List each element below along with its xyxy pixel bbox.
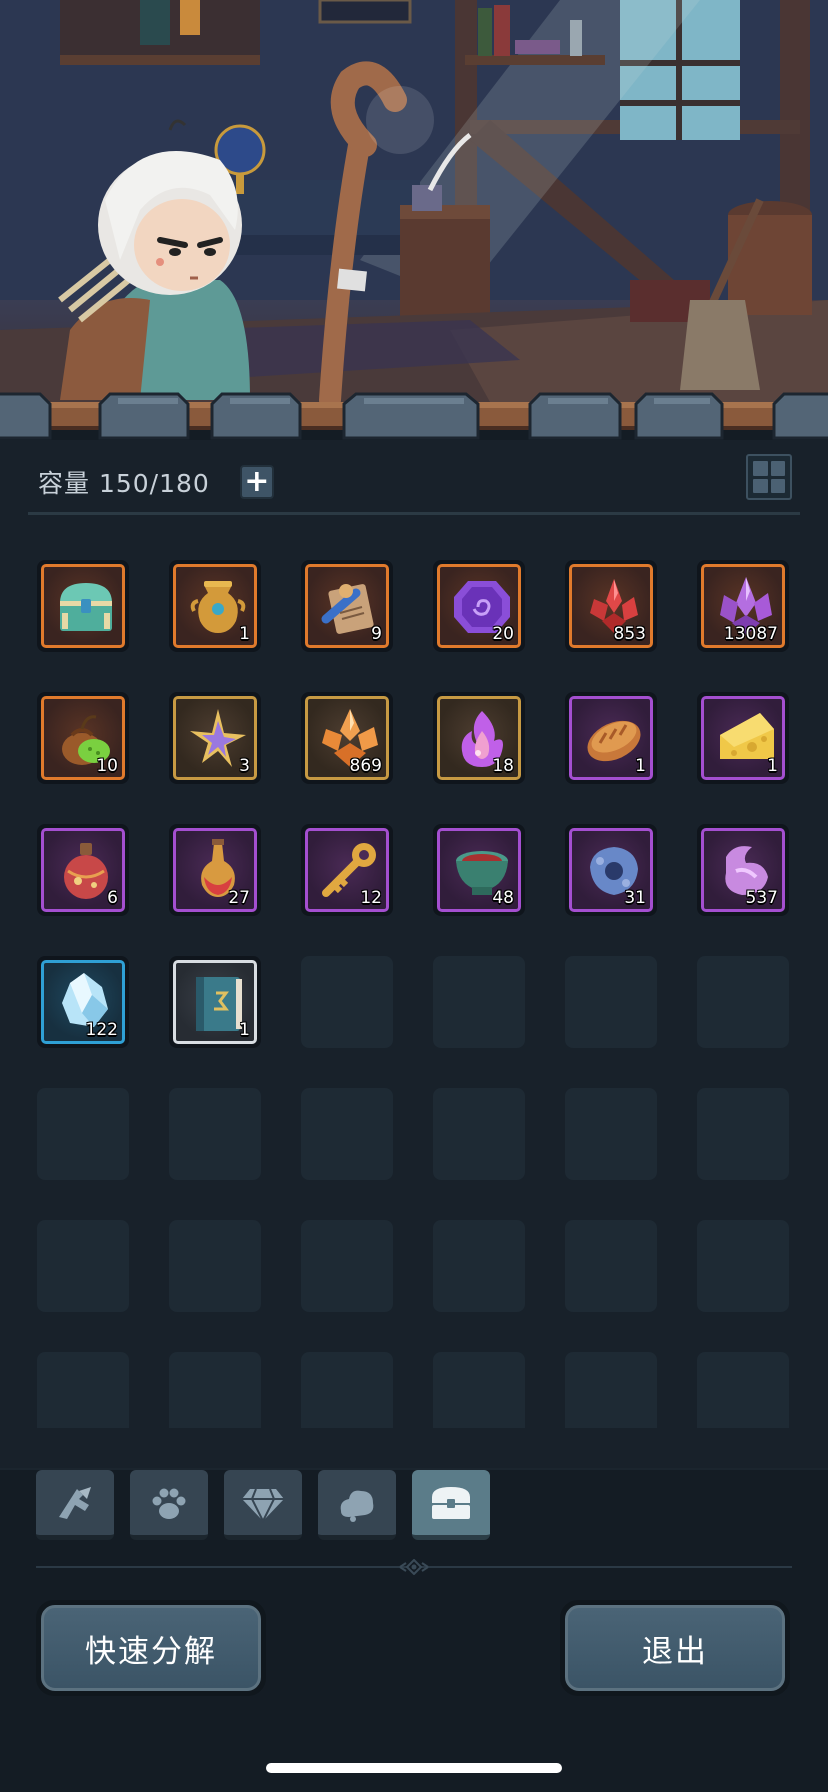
inventory-slot-golden-urn[interactable]: 1 — [169, 560, 261, 652]
inventory-slot-empty[interactable] — [433, 1088, 525, 1180]
character-scene — [0, 0, 828, 420]
inventory-slot-empty[interactable] — [433, 1352, 525, 1428]
gem-tab[interactable] — [224, 1470, 302, 1540]
inventory-slot-empty[interactable] — [697, 1352, 789, 1428]
diamond-icon — [242, 1488, 284, 1523]
item-quantity: 31 — [624, 888, 646, 908]
inventory-slot-empty[interactable] — [37, 1088, 129, 1180]
item-quantity: 1 — [635, 756, 646, 776]
grid-view-button[interactable] — [746, 454, 792, 500]
add-capacity-button[interactable]: + — [239, 464, 274, 499]
equipment-tab[interactable] — [36, 1470, 114, 1540]
inventory-slot-golden-key[interactable]: 12 — [301, 824, 393, 916]
inventory-slot-spirit-flame[interactable]: 18 — [433, 692, 525, 784]
item-quantity: 1 — [239, 624, 250, 644]
material-tab[interactable] — [318, 1470, 396, 1540]
inventory-panel: 容量 150/180 + 1 9 20 853 13087 10 3 869 18 1 1 6 27 12… — [0, 440, 828, 1470]
inventory-slot-red-crystal[interactable]: 853 — [565, 560, 657, 652]
equipment-icon — [59, 1486, 91, 1519]
inventory-slot-empty[interactable] — [565, 1220, 657, 1312]
item-quantity: 48 — [492, 888, 514, 908]
inventory-slot-empty[interactable] — [169, 1088, 261, 1180]
item-quantity: 3 — [239, 756, 250, 776]
ore-icon — [340, 1490, 374, 1522]
panel-divider — [28, 512, 800, 515]
inventory-slot-empty[interactable] — [301, 1220, 393, 1312]
inventory-slot-empty[interactable] — [169, 1220, 261, 1312]
item-quantity: 869 — [349, 756, 382, 776]
inventory-slot-empty[interactable] — [169, 1352, 261, 1428]
item-quantity: 18 — [492, 756, 514, 776]
plus-icon: + — [244, 464, 270, 499]
exit-button[interactable]: 退出 — [560, 1600, 790, 1696]
quick-decompose-button[interactable]: 快速分解 — [36, 1600, 266, 1696]
item-quantity: 853 — [613, 624, 646, 644]
item-quantity: 537 — [745, 888, 778, 908]
category-tabs — [36, 1470, 490, 1540]
inventory-slot-empty[interactable] — [565, 1352, 657, 1428]
inventory-slot-orange-crystal[interactable]: 869 — [301, 692, 393, 784]
item-quantity: 1 — [239, 1020, 250, 1040]
home-indicator[interactable] — [266, 1763, 562, 1773]
item-quantity: 6 — [107, 888, 118, 908]
item-quantity: 1 — [767, 756, 778, 776]
inventory-slot-blue-ore[interactable]: 31 — [565, 824, 657, 916]
inventory-slot-purple-rune-stone[interactable]: 20 — [433, 560, 525, 652]
inventory-slot-empty[interactable] — [301, 1352, 393, 1428]
pet-tab[interactable] — [130, 1470, 208, 1540]
inventory-slot-pink-ore[interactable]: 537 — [697, 824, 789, 916]
inventory-slot-empty[interactable] — [697, 1088, 789, 1180]
inventory-slot-empty[interactable] — [697, 956, 789, 1048]
item-quantity: 122 — [85, 1020, 118, 1040]
inventory-slot-scroll-map[interactable]: 9 — [301, 560, 393, 652]
chest-icon — [432, 1486, 470, 1519]
inventory-slot-empty[interactable] — [37, 1220, 129, 1312]
inventory-slot-cheese-wedge[interactable]: 1 — [697, 692, 789, 784]
exit-label: 退出 — [565, 1605, 785, 1691]
inventory-slot-seed-pouch[interactable]: 10 — [37, 692, 129, 784]
inventory-slot-empty[interactable] — [565, 1088, 657, 1180]
inventory-slot-elixir-bottle[interactable]: 27 — [169, 824, 261, 916]
capacity-row: 容量 150/180 + — [38, 462, 274, 502]
divider-ornament-icon — [399, 1559, 429, 1575]
item-quantity: 20 — [492, 624, 514, 644]
item-quantity: 12 — [360, 888, 382, 908]
capacity-label: 容量 150/180 — [38, 469, 210, 498]
treasure-chest-icon — [60, 583, 112, 631]
inventory-slot-stone-bowl[interactable]: 48 — [433, 824, 525, 916]
inventory-slot-empty[interactable] — [37, 1352, 129, 1428]
inventory-slot-empty[interactable] — [697, 1220, 789, 1312]
item-quantity: 10 — [96, 756, 118, 776]
inventory-slot-empty[interactable] — [301, 956, 393, 1048]
inventory-slot-star-shard[interactable]: 3 — [169, 692, 261, 784]
inventory-slot-skill-book[interactable]: 1 — [169, 956, 261, 1048]
inventory-slot-bread-loaf[interactable]: 1 — [565, 692, 657, 784]
inventory-slot-empty[interactable] — [301, 1088, 393, 1180]
paw-icon — [152, 1488, 186, 1519]
item-quantity: 13087 — [723, 624, 778, 644]
scene-art — [0, 0, 828, 420]
item-quantity: 27 — [228, 888, 250, 908]
inventory-slot-empty[interactable] — [565, 956, 657, 1048]
inventory-slot-empty[interactable] — [433, 1220, 525, 1312]
scene-divider-rail — [0, 390, 828, 440]
inventory-slot-treasure-chest[interactable] — [37, 560, 129, 652]
inventory-grid: 1 9 20 853 13087 10 3 869 18 1 1 6 27 12 48 31 537 122 1 — [37, 560, 793, 1428]
item-quantity: 9 — [371, 624, 382, 644]
grid-icon — [753, 461, 768, 476]
quick-decompose-label: 快速分解 — [41, 1605, 261, 1691]
chest-tab[interactable] — [412, 1470, 490, 1540]
inventory-slot-purple-crystal[interactable]: 13087 — [697, 560, 789, 652]
inventory-slot-empty[interactable] — [433, 956, 525, 1048]
inventory-slot-ice-crystal[interactable]: 122 — [37, 956, 129, 1048]
inventory-slot-red-potion[interactable]: 6 — [37, 824, 129, 916]
